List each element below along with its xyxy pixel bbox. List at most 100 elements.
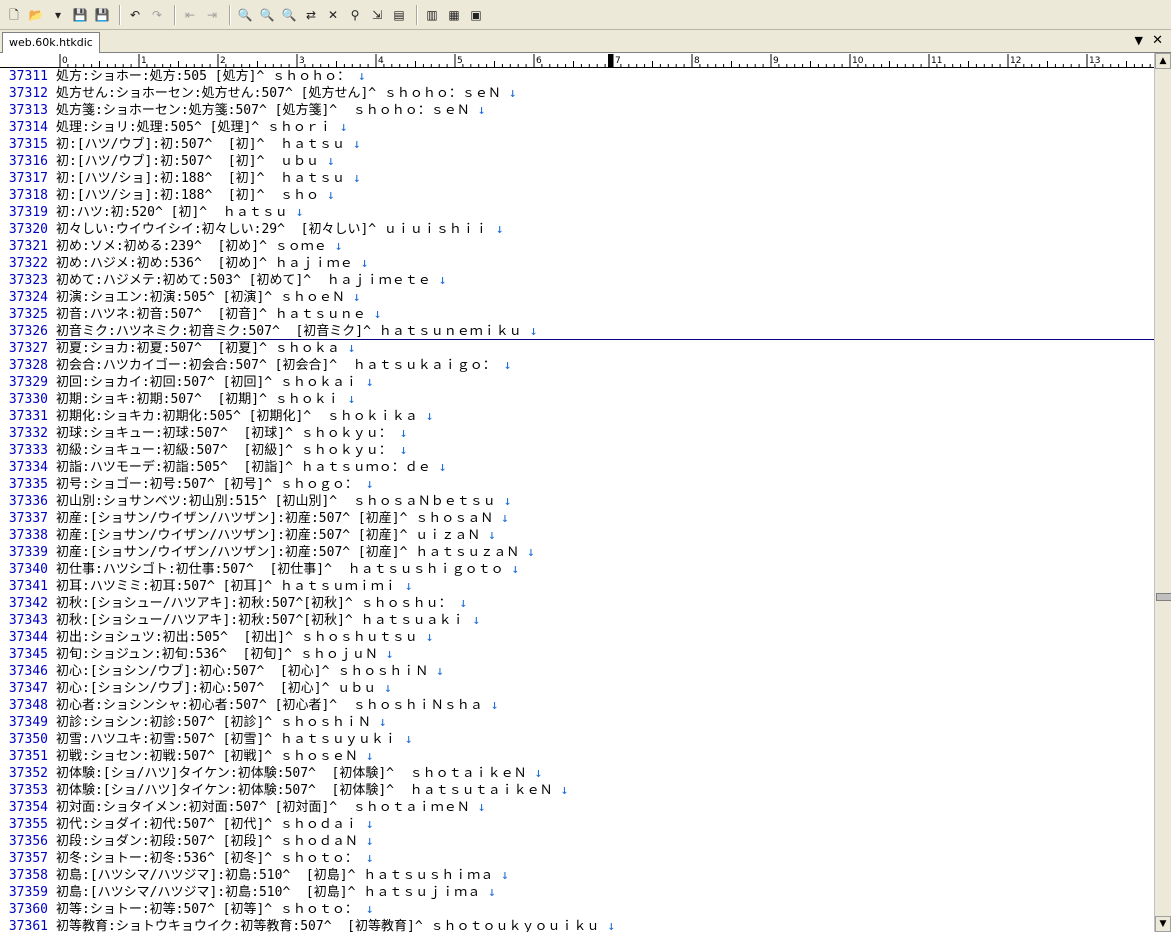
find-prev-icon[interactable]: 🔍	[279, 5, 299, 25]
scroll-thumb[interactable]	[1156, 593, 1171, 601]
tab-file[interactable]: web.60k.htkdic	[2, 32, 100, 53]
save-all-icon[interactable]: 💾	[92, 5, 112, 25]
grep-icon[interactable]: ⚲	[345, 5, 365, 25]
compare-icon[interactable]: ▤	[389, 5, 409, 25]
editor-line[interactable]: 37343 初秋:[ショシュー/ハツアキ]:初秋:507^[初秋]^ ｈａｔｓｕａ…	[0, 612, 1154, 629]
editor-line[interactable]: 37328 初会合:ハツカイゴー:初会合:507^ [初会合]^ ｈａｔｓｕｋａｉ…	[0, 357, 1154, 374]
macro-icon[interactable]: ▦	[444, 5, 464, 25]
editor-line[interactable]: 37319 初:ハツ:初:520^ [初]^ ｈａｔｓｕ ↓	[0, 204, 1154, 221]
editor-line[interactable]: 37348 初心者:ショシンシャ:初心者:507^ [初心者]^ ｓｈｏｓｈｉＮｓ…	[0, 697, 1154, 714]
editor-line[interactable]: 37338 初産:[ショサン/ウイザン/ハツザン]:初産:507^ [初産]^ ｕ…	[0, 527, 1154, 544]
editor-line[interactable]: 37352 初体験:[ショ/ハツ]タイケン:初体験:507^ [初体験]^ ｓｈｏ…	[0, 765, 1154, 782]
line-content: 初期:ショキ:初期:507^ [初期]^ ｓｈｏｋｉ	[56, 392, 340, 407]
editor-line[interactable]: 37349 初診:ショシン:初診:507^ [初診]^ ｓｈｏｓｈｉＮ ↓	[0, 714, 1154, 731]
clear-highlight-icon[interactable]: ✕	[323, 5, 343, 25]
editor-line[interactable]: 37346 初心:[ショシン/ウブ]:初心:507^ [初心]^ ｓｈｏｓｈｉＮ …	[0, 663, 1154, 680]
editor-line[interactable]: 37324 初演:ショエン:初演:505^ [初演]^ ｓｈｏｅＮ ↓	[0, 289, 1154, 306]
tag-jump-icon[interactable]: ⇲	[367, 5, 387, 25]
editor-line[interactable]: 37339 初産:[ショサン/ウイザン/ハツザン]:初産:507^ [初産]^ ｈ…	[0, 544, 1154, 561]
undo-icon[interactable]: ↶	[125, 5, 145, 25]
editor-line[interactable]: 37321 初め:ソメ:初める:239^ [初め]^ ｓｏｍｅ ↓	[0, 238, 1154, 255]
editor-line[interactable]: 37361 初等教育:ショトウキョウイク:初等教育:507^ [初等教育]^ ｓｈ…	[0, 918, 1154, 932]
editor-line[interactable]: 37326 初音ミク:ハツネミク:初音ミク:507^ [初音ミク]^ ｈａｔｓｕｎ…	[0, 323, 1154, 340]
editor-line[interactable]: 37341 初耳:ハツミミ:初耳:507^ [初耳]^ ｈａｔｓｕｍｉｍｉ ↓	[0, 578, 1154, 595]
editor-line[interactable]: 37353 初体験:[ショ/ハツ]タイケン:初体験:507^ [初体験]^ ｈａｔ…	[0, 782, 1154, 799]
editor-line[interactable]: 37358 初島:[ハツシマ/ハツジマ]:初島:510^ [初島]^ ｈａｔｓｕｓ…	[0, 867, 1154, 884]
editor-line[interactable]: 37359 初島:[ハツシマ/ハツジマ]:初島:510^ [初島]^ ｈａｔｓｕｊ…	[0, 884, 1154, 901]
editor-line[interactable]: 37344 初出:ショシュツ:初出:505^ [初出]^ ｓｈｏｓｈｕｔｓｕ ↓	[0, 629, 1154, 646]
line-break-icon: ↓	[357, 749, 374, 764]
editor-line[interactable]: 37327 初夏:ショカ:初夏:507^ [初夏]^ ｓｈｏｋａ ↓	[0, 340, 1154, 357]
editor-line[interactable]: 37355 初代:ショダイ:初代:507^ [初代]^ ｓｈｏｄａｉ ↓	[0, 816, 1154, 833]
line-text: 初診:ショシン:初診:507^ [初診]^ ｓｈｏｓｈｉＮ ↓	[56, 714, 387, 731]
line-content: 初雪:ハツユキ:初雪:507^ [初雪]^ ｈａｔｓｕｙｕｋｉ	[56, 732, 397, 747]
editor-line[interactable]: 37337 初産:[ショサン/ウイザン/ハツザン]:初産:507^ [初産]^ ｓ…	[0, 510, 1154, 527]
outline-icon[interactable]: ▥	[422, 5, 442, 25]
editor-line[interactable]: 37315 初:[ハツ/ウブ]:初:507^ [初]^ ｈａｔｓｕ ↓	[0, 136, 1154, 153]
editor-line[interactable]: 37333 初級:ショキュー:初級:507^ [初級]^ ｓｈｏｋｙｕ： ↓	[0, 442, 1154, 459]
line-content: 初診:ショシン:初診:507^ [初診]^ ｓｈｏｓｈｉＮ	[56, 715, 371, 730]
editor-line[interactable]: 37360 初等:ショトー:初等:507^ [初等]^ ｓｈｏｔｏ： ↓	[0, 901, 1154, 918]
editor-line[interactable]: 37356 初段:ショダン:初段:507^ [初段]^ ｓｈｏｄａＮ ↓	[0, 833, 1154, 850]
save-icon[interactable]: 💾	[70, 5, 90, 25]
forward-icon[interactable]: ⇥	[202, 5, 222, 25]
tab-list-dropdown-icon[interactable]: ▼	[1135, 34, 1143, 47]
editor-line[interactable]: 37345 初旬:ショジュン:初旬:536^ [初旬]^ ｓｈｏｊｕＮ ↓	[0, 646, 1154, 663]
line-content: 初夏:ショカ:初夏:507^ [初夏]^ ｓｈｏｋａ	[56, 341, 340, 356]
editor-line[interactable]: 37342 初秋:[ショシュー/ハツアキ]:初秋:507^[初秋]^ ｓｈｏｓｈｕ…	[0, 595, 1154, 612]
editor-line[interactable]: 37336 初山別:ショサンベツ:初山別:515^ [初山別]^ ｓｈｏｓａＮｂｅ…	[0, 493, 1154, 510]
text-editor[interactable]: 37311 処方:ショホー:処方:505 [処方]^ ｓｈｏｈｏ： ↓ 37312 処…	[0, 68, 1154, 932]
editor-line[interactable]: 37330 初期:ショキ:初期:507^ [初期]^ ｓｈｏｋｉ ↓	[0, 391, 1154, 408]
new-file-icon[interactable]: 🗋	[4, 5, 24, 25]
editor-line[interactable]: 37313 処方箋:ショホーセン:処方箋:507^ [処方箋]^ ｓｈｏｈｏ：ｓｅ…	[0, 102, 1154, 119]
editor-line[interactable]: 37334 初詣:ハツモーデ:初詣:505^ [初詣]^ ｈａｔｓｕｍｏ：ｄｅ ↓	[0, 459, 1154, 476]
line-content: 処理:ショリ:処理:505^ [処理]^ ｓｈｏｒｉ	[56, 120, 332, 135]
line-text: 初等教育:ショトウキョウイク:初等教育:507^ [初等教育]^ ｓｈｏｔｏｕｋ…	[56, 918, 615, 932]
replace-icon[interactable]: ⇄	[301, 5, 321, 25]
editor-line[interactable]: 37314 処理:ショリ:処理:505^ [処理]^ ｓｈｏｒｉ ↓	[0, 119, 1154, 136]
open-file-icon[interactable]: 📂	[26, 5, 46, 25]
line-text: 初会合:ハツカイゴー:初会合:507^ [初会合]^ ｈａｔｓｕｋａｉｇｏ： ↓	[56, 357, 511, 374]
editor-line[interactable]: 37325 初音:ハツネ:初音:507^ [初音]^ ｈａｔｓｕｎｅ ↓	[0, 306, 1154, 323]
line-number: 37322	[8, 256, 48, 271]
line-text: 初級:ショキュー:初級:507^ [初級]^ ｓｈｏｋｙｕ： ↓	[56, 442, 407, 459]
line-number: 37327	[8, 341, 48, 356]
line-break-icon: ↓	[487, 222, 504, 237]
editor-line[interactable]: 37318 初:[ハツ/ショ]:初:188^ [初]^ ｓｈｏ ↓	[0, 187, 1154, 204]
editor-line[interactable]: 37316 初:[ハツ/ウブ]:初:507^ [初]^ ｕｂｕ ↓	[0, 153, 1154, 170]
toolbar: 🗋 📂 ▾ 💾 💾 ↶ ↷ ⇤ ⇥ 🔍 🔍 🔍 ⇄ ✕ ⚲ ⇲ ▤ ▥ ▦ ▣	[0, 0, 1171, 30]
find-icon[interactable]: 🔍	[235, 5, 255, 25]
back-icon[interactable]: ⇤	[180, 5, 200, 25]
line-break-icon: ↓	[503, 562, 520, 577]
editor-line[interactable]: 37347 初心:[ショシン/ウブ]:初心:507^ [初心]^ ｕｂｕ ↓	[0, 680, 1154, 697]
line-text: 初夏:ショカ:初夏:507^ [初夏]^ ｓｈｏｋａ ↓	[56, 340, 355, 357]
editor-line[interactable]: 37332 初球:ショキュー:初球:507^ [初球]^ ｓｈｏｋｙｕ： ↓	[0, 425, 1154, 442]
editor-line[interactable]: 37329 初回:ショカイ:初回:507^ [初回]^ ｓｈｏｋａｉ ↓	[0, 374, 1154, 391]
find-next-icon[interactable]: 🔍	[257, 5, 277, 25]
ruler-label: 6	[536, 56, 542, 66]
editor-line[interactable]: 37335 初号:ショゴー:初号:507^ [初号]^ ｓｈｏｇｏ： ↓	[0, 476, 1154, 493]
editor-line[interactable]: 37354 初対面:ショタイメン:初対面:507^ [初対面]^ ｓｈｏｔａｉｍｅ…	[0, 799, 1154, 816]
scroll-down-icon[interactable]: ▼	[1155, 916, 1171, 932]
line-break-icon: ↓	[469, 800, 486, 815]
settings-icon[interactable]: ▣	[466, 5, 486, 25]
editor-line[interactable]: 37317 初:[ハツ/ショ]:初:188^ [初]^ ｈａｔｓｕ ↓	[0, 170, 1154, 187]
editor-line[interactable]: 37357 初冬:ショトー:初冬:536^ [初冬]^ ｓｈｏｔｏ： ↓	[0, 850, 1154, 867]
line-text: 初音:ハツネ:初音:507^ [初音]^ ｈａｔｓｕｎｅ ↓	[56, 306, 381, 323]
line-break-icon: ↓	[357, 902, 374, 917]
scroll-up-icon[interactable]: ▲	[1155, 53, 1171, 69]
editor-line[interactable]: 37331 初期化:ショキカ:初期化:505^ [初期化]^ ｓｈｏｋｉｋａ ↓	[0, 408, 1154, 425]
editor-line[interactable]: 37311 処方:ショホー:処方:505 [処方]^ ｓｈｏｈｏ： ↓	[0, 68, 1154, 85]
open-dropdown-icon[interactable]: ▾	[48, 5, 68, 25]
editor-line[interactable]: 37312 処方せん:ショホーセン:処方せん:507^ [処方せん]^ ｓｈｏｈｏ…	[0, 85, 1154, 102]
vertical-scrollbar[interactable]: ▲ ▼	[1154, 53, 1171, 932]
editor-line[interactable]: 37340 初仕事:ハツシゴト:初仕事:507^ [初仕事]^ ｈａｔｓｕｓｈｉｇ…	[0, 561, 1154, 578]
ruler-scale: 0 1 2 3 4 5 6 7 8 9 10 11 12 13	[59, 54, 1151, 67]
close-tab-icon[interactable]: ✕	[1152, 33, 1163, 48]
redo-icon[interactable]: ↷	[147, 5, 167, 25]
editor-line[interactable]: 37350 初雪:ハツユキ:初雪:507^ [初雪]^ ｈａｔｓｕｙｕｋｉ ↓	[0, 731, 1154, 748]
editor-line[interactable]: 37351 初戦:ショセン:初戦:507^ [初戦]^ ｓｈｏｓｅＮ ↓	[0, 748, 1154, 765]
editor-line[interactable]: 37320 初々しい:ウイウイシイ:初々しい:29^ [初々しい]^ ｕｉｕｉｓｈ…	[0, 221, 1154, 238]
editor-line[interactable]: 37322 初め:ハジメ:初め:536^ [初め]^ ｈａｊｉｍｅ ↓	[0, 255, 1154, 272]
editor-line[interactable]: 37323 初めて:ハジメテ:初めて:503^ [初めて]^ ｈａｊｉｍｅｔｅ ↓	[0, 272, 1154, 289]
